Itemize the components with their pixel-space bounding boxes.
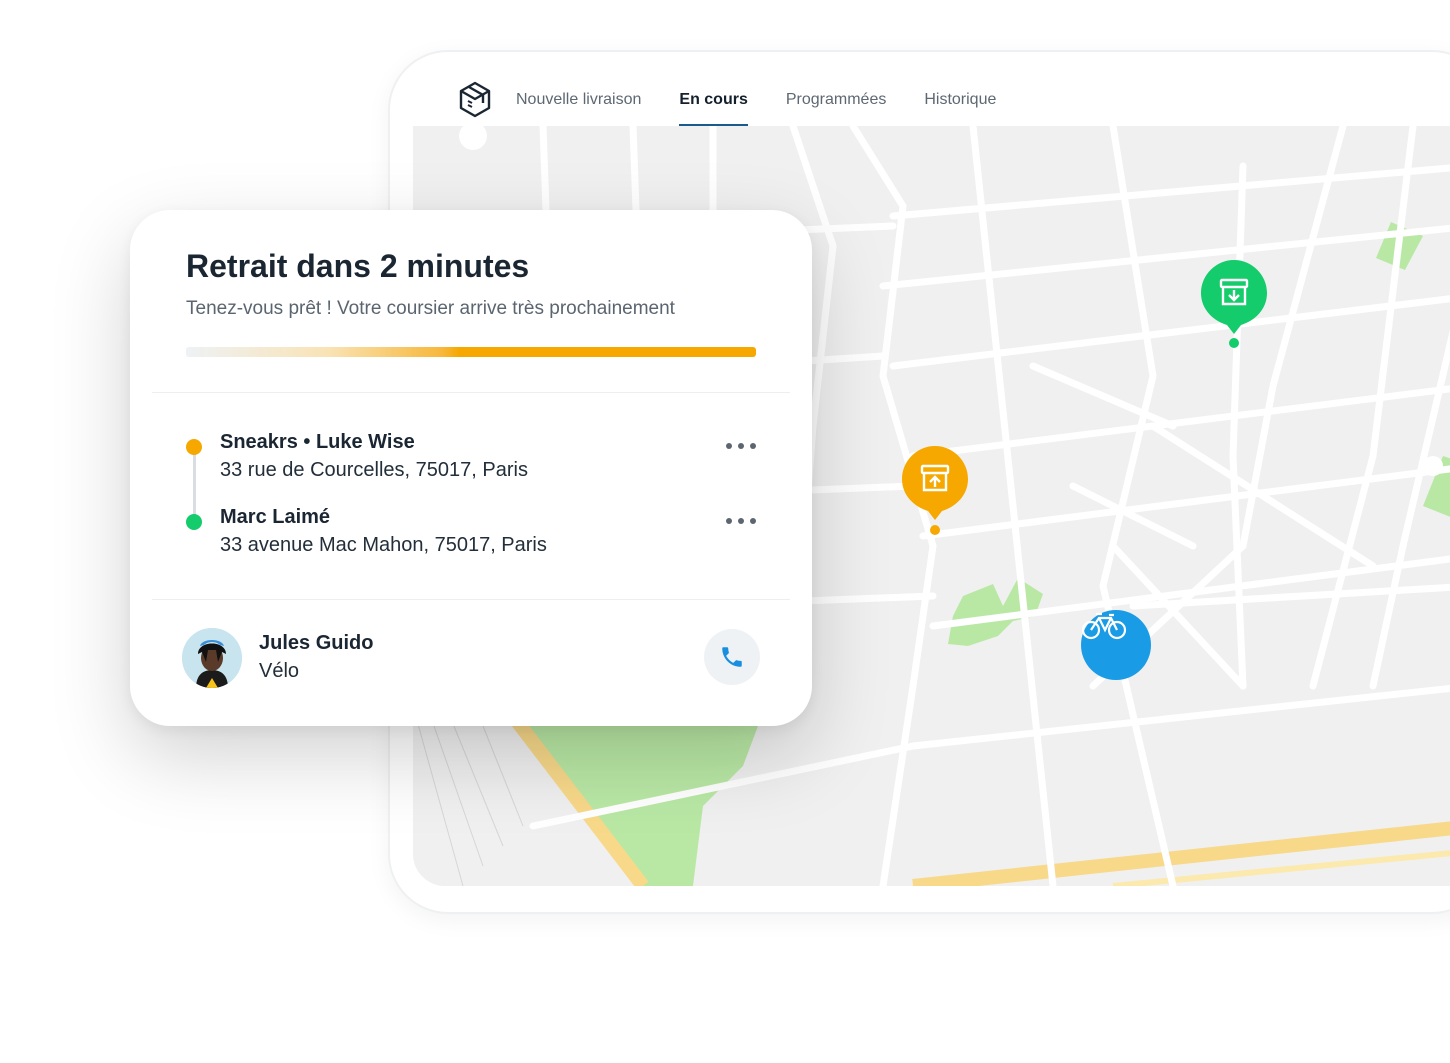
dot-icon [750,518,756,524]
dropoff-name: Marc Laimé [220,506,331,528]
dropoff-more-button[interactable] [726,516,756,526]
courier-vehicle: Vélo [259,660,300,682]
courier-marker[interactable] [1081,610,1151,680]
status-title: Retrait dans 2 minutes [186,248,530,284]
delivery-status-card: Retrait dans 2 minutes Tenez-vous prêt !… [130,210,812,726]
tab-programmees[interactable]: Programmées [786,74,886,126]
dot-icon [738,443,744,449]
eta-progress-bar [186,347,756,357]
dropoff-marker[interactable] [1199,258,1269,348]
pickup-address: 33 rue de Courcelles, 75017, Paris [220,459,528,481]
pickup-dot [186,439,202,455]
dropoff-dot [186,514,202,530]
divider [152,392,790,393]
bicycle-icon [1081,612,1127,640]
phone-icon [722,647,742,667]
dot-icon [726,443,732,449]
dot-icon [738,518,744,524]
status-subtitle: Tenez-vous prêt ! Votre coursier arrive … [186,298,675,319]
dropoff-address: 33 avenue Mac Mahon, 75017, Paris [220,534,547,556]
dot-icon [726,518,732,524]
pickup-name: Sneakrs • Luke Wise [220,431,415,453]
dot-icon [750,443,756,449]
pickup-more-button[interactable] [726,441,756,451]
tab-nouvelle-livraison[interactable]: Nouvelle livraison [516,74,641,126]
call-courier-button[interactable] [704,629,760,685]
top-nav: Nouvelle livraison En cours Programmées … [458,74,1034,126]
courier-avatar [182,628,242,688]
courier-name: Jules Guido [259,632,374,654]
tab-historique[interactable]: Historique [924,74,996,126]
pickup-marker[interactable] [900,444,970,536]
box-logo-icon[interactable] [458,80,494,120]
divider [152,599,790,600]
tab-en-cours[interactable]: En cours [679,74,749,126]
